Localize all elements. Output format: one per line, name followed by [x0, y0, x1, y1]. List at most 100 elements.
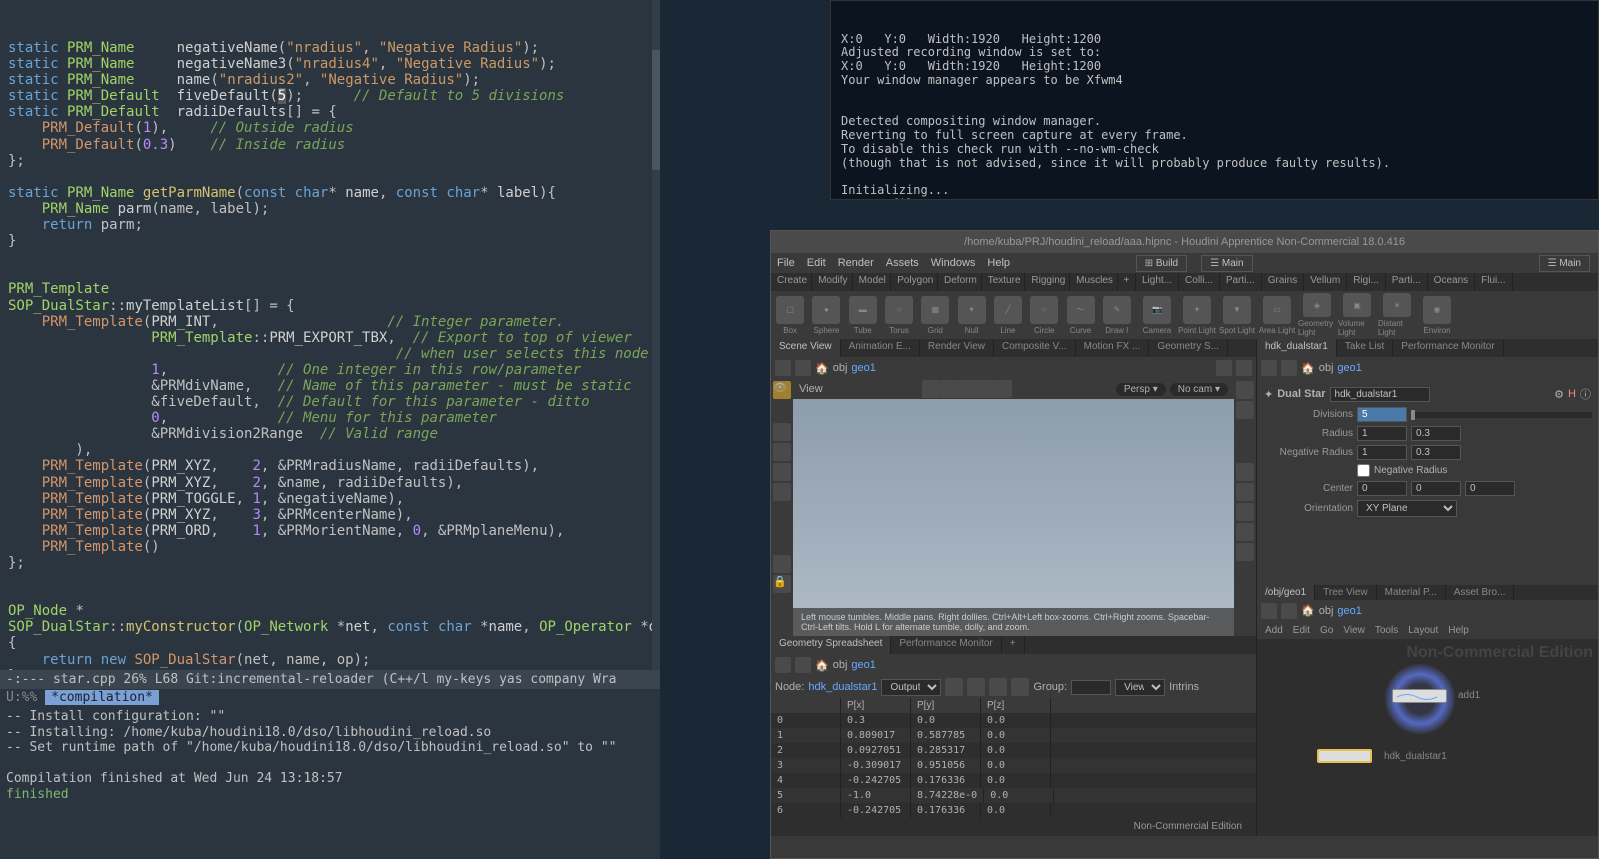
ss-intrins[interactable]: Intrins [1169, 681, 1199, 693]
tab-renderview[interactable]: Render View [920, 339, 994, 357]
ss-view-select[interactable]: View [1115, 679, 1165, 696]
netmenu-layout[interactable]: Layout [1408, 625, 1438, 636]
tab-compilation[interactable]: *compilation* [45, 690, 159, 705]
negradius-input-2[interactable] [1411, 445, 1461, 460]
ss-group-input[interactable] [1071, 680, 1111, 695]
node-hdk-dualstar1[interactable]: hdk_dualstar1 [1317, 749, 1372, 763]
ss-output-select[interactable]: Output 1 [881, 679, 941, 696]
orient-select[interactable]: XY Plane [1357, 500, 1457, 517]
viewport[interactable]: View Persp ▾ No cam ▾ Left mouse tumbles… [793, 379, 1234, 636]
shelf-tab-deform[interactable]: Deform [938, 273, 982, 291]
persp-dropdown[interactable]: Persp ▾ [1116, 383, 1166, 396]
gear-icon[interactable]: ⚙ [1554, 388, 1564, 401]
shelf-arealight[interactable]: ▭Area Light [1258, 293, 1296, 337]
shelf-torus[interactable]: ○Torus [882, 293, 916, 337]
shelf-tab-rigi[interactable]: Rigi... [1347, 273, 1386, 291]
tab-perfmon[interactable]: Performance Monitor [891, 636, 1001, 654]
nettab-material[interactable]: Material P... [1377, 585, 1446, 600]
shelf-circle[interactable]: ○Circle [1027, 293, 1061, 337]
vpr-tool-1[interactable] [1236, 381, 1254, 399]
netmenu-edit[interactable]: Edit [1293, 625, 1310, 636]
main-dropdown-1[interactable]: ☰ Main [1201, 255, 1252, 272]
ss-nav-fwd[interactable] [795, 657, 811, 673]
ss-node-value[interactable]: hdk_dualstar1 [808, 681, 877, 693]
ss-col-pz[interactable]: P[z] [981, 698, 1051, 713]
help-icon[interactable]: H [1568, 388, 1576, 400]
shelf-tab-rigging[interactable]: Rigging [1025, 273, 1070, 291]
shelf-tab-parti2[interactable]: Parti... [1386, 273, 1428, 291]
move-tool-icon[interactable] [773, 443, 791, 461]
vp-tool-2[interactable] [940, 380, 958, 398]
negradius-input-1[interactable] [1357, 445, 1407, 460]
ss-col-idx[interactable] [771, 698, 841, 713]
shelf-grid[interactable]: ▦Grid [918, 293, 952, 337]
n-path-geo1[interactable]: geo1 [1337, 605, 1361, 617]
select-tool-icon[interactable] [773, 423, 791, 441]
vpr-tool-3[interactable] [1236, 463, 1254, 481]
ss-prim-icon[interactable] [989, 678, 1007, 696]
shelf-box[interactable]: ▢Box [773, 293, 807, 337]
shelf-geolight[interactable]: ◈Geometry Light [1298, 293, 1336, 337]
code-area[interactable]: static PRM_Name negativeName("nradius", … [0, 0, 660, 684]
ss-home-icon[interactable]: 🏠 [815, 659, 829, 672]
table-row[interactable]: 4-0.2427050.1763360.0 [771, 773, 1256, 788]
path-geo1[interactable]: geo1 [851, 362, 875, 374]
tab-geospread[interactable]: Geometry S... [1149, 339, 1228, 357]
ss-col-px[interactable]: P[x] [841, 698, 911, 713]
link-icon[interactable] [1236, 360, 1252, 376]
pointer-tool-icon[interactable] [773, 555, 791, 573]
shelf-vollight[interactable]: ▣Volume Light [1338, 293, 1376, 337]
table-row[interactable]: 3-0.3090170.9510560.0 [771, 758, 1256, 773]
vp-tool-3[interactable] [958, 380, 976, 398]
pin-icon[interactable] [1216, 360, 1232, 376]
home-icon[interactable]: 🏠 [815, 362, 829, 375]
table-row[interactable]: 10.8090170.5877850.0 [771, 728, 1256, 743]
netmenu-tools[interactable]: Tools [1375, 625, 1398, 636]
scale-tool-icon[interactable] [773, 483, 791, 501]
shelf-add-icon[interactable]: + [1118, 273, 1136, 291]
editor-scrollthumb[interactable] [652, 50, 660, 170]
shelf-tab-flui[interactable]: Flui... [1475, 273, 1512, 291]
center-y-input[interactable] [1411, 481, 1461, 496]
menu-file[interactable]: File [777, 257, 795, 269]
shelf-tab-modify[interactable]: Modify [812, 273, 853, 291]
houdini-titlebar[interactable]: /home/kuba/PRJ/houdini_reload/aaa.hipnc … [771, 231, 1598, 253]
divisions-input[interactable] [1357, 407, 1407, 422]
vpr-tool-6[interactable] [1236, 523, 1254, 541]
shelf-line[interactable]: ╱Line [991, 293, 1025, 337]
vp-tool-5[interactable] [994, 380, 1012, 398]
shelf-tab-muscles[interactable]: Muscles [1070, 273, 1117, 291]
vpr-tool-7[interactable] [1236, 543, 1254, 561]
tab-composite[interactable]: Composite V... [994, 339, 1076, 357]
tab-params[interactable]: hdk_dualstar1 [1257, 339, 1337, 357]
vp-tool-1[interactable] [922, 380, 940, 398]
camera-dropdown[interactable]: No cam ▾ [1170, 383, 1228, 396]
netmenu-go[interactable]: Go [1320, 625, 1333, 636]
shelf-tab-colli[interactable]: Colli... [1179, 273, 1220, 291]
shelf-tab-create[interactable]: Create [771, 273, 812, 291]
menu-windows[interactable]: Windows [931, 257, 976, 269]
netmenu-help[interactable]: Help [1448, 625, 1469, 636]
p-nav-fwd[interactable] [1281, 360, 1297, 376]
menu-assets[interactable]: Assets [886, 257, 919, 269]
build-dropdown[interactable]: ⊞ Build [1136, 255, 1187, 272]
nettab-objgeo[interactable]: /obj/geo1 [1257, 585, 1315, 600]
menu-render[interactable]: Render [838, 257, 874, 269]
tab-takelist[interactable]: Take List [1337, 339, 1393, 357]
lock-tool-icon[interactable]: 🔒 [773, 575, 791, 593]
network-view[interactable]: Non-Commercial Edition add1 hdk_dualstar… [1257, 639, 1598, 837]
netmenu-add[interactable]: Add [1265, 625, 1283, 636]
ss-col-py[interactable]: P[y] [911, 698, 981, 713]
shelf-tab-model[interactable]: Model [853, 273, 892, 291]
shelf-sphere[interactable]: ●Sphere [809, 293, 843, 337]
shelf-tab-oceans[interactable]: Oceans [1428, 273, 1475, 291]
node-name-input[interactable] [1330, 387, 1430, 402]
nav-back-icon[interactable] [775, 360, 791, 376]
n-path-obj[interactable]: obj [1319, 605, 1334, 617]
view-tool-icon[interactable]: 👁 [773, 381, 791, 399]
editor-scrollbar[interactable] [652, 0, 660, 675]
path-obj[interactable]: obj [833, 362, 848, 374]
ss-nav-back[interactable] [775, 657, 791, 673]
vp-tool-4[interactable] [976, 380, 994, 398]
n-home-icon[interactable]: 🏠 [1301, 604, 1315, 617]
